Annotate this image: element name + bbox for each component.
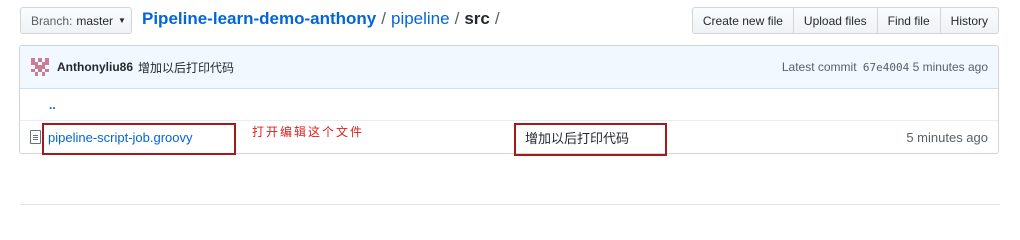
upload-files-button[interactable]: Upload files — [792, 7, 878, 34]
breadcrumb: Pipeline-learn-demo-anthony / pipeline /… — [142, 9, 505, 29]
file-icon — [30, 130, 41, 144]
latest-commit-bar: Anthonyliu86 增加以后打印代码 Latest commit 67e4… — [20, 46, 998, 89]
branch-prefix: Branch: — [31, 13, 73, 28]
annotation-box-filename — [42, 123, 236, 155]
breadcrumb-current: src — [464, 9, 490, 28]
avatar[interactable] — [31, 58, 49, 76]
divider — [20, 204, 1000, 205]
branch-name: master — [76, 13, 114, 28]
breadcrumb-repo-link[interactable]: Pipeline-learn-demo-anthony — [142, 9, 376, 29]
breadcrumb-separator: / — [381, 9, 386, 28]
breadcrumb-separator: / — [454, 9, 460, 28]
history-button[interactable]: History — [939, 7, 999, 34]
find-file-button[interactable]: Find file — [876, 7, 941, 34]
commit-sha-link[interactable]: 67e4004 — [863, 61, 909, 74]
file-actions-group: Create new file Upload files Find file H… — [691, 7, 999, 34]
up-directory-link[interactable]: .. — [49, 98, 56, 112]
up-directory-row: .. — [20, 89, 998, 121]
breadcrumb-folder-link[interactable]: pipeline — [391, 9, 450, 29]
commit-author-link[interactable]: Anthonyliu86 — [57, 60, 133, 74]
commit-message-link[interactable]: 增加以后打印代码 — [138, 59, 234, 76]
branch-select-button[interactable]: Branch: master ▼ — [20, 7, 132, 34]
commit-age: 5 minutes ago — [912, 60, 988, 74]
file-age: 5 minutes ago — [906, 129, 988, 145]
breadcrumb-separator: / — [494, 9, 500, 28]
annotation-text: 打开编辑这个文件 — [252, 125, 365, 139]
latest-commit-label: Latest commit — [781, 60, 857, 74]
annotation-box-message — [514, 123, 667, 156]
caret-down-icon: ▼ — [118, 16, 126, 25]
create-new-file-button[interactable]: Create new file — [691, 7, 794, 34]
latest-commit-info: Latest commit 67e4004 5 minutes ago — [782, 60, 988, 74]
